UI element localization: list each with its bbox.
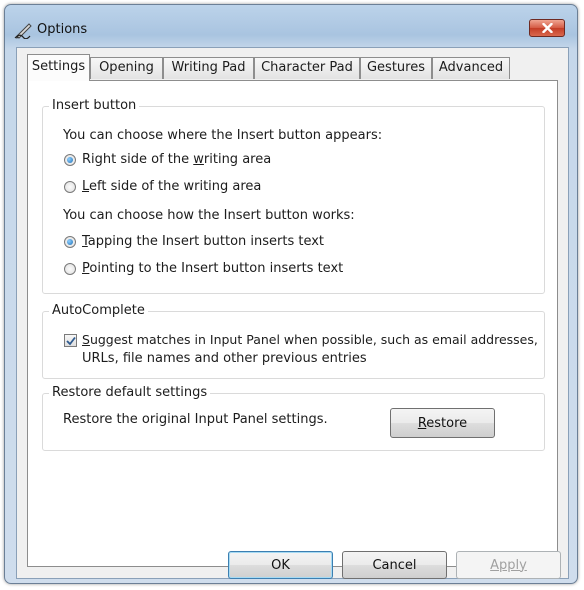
radio-button[interactable] bbox=[64, 263, 76, 275]
button-label: estore bbox=[426, 415, 468, 431]
label-text: riting area bbox=[203, 152, 272, 167]
dialog-client-area: Settings Opening Writing Pad Character P… bbox=[16, 47, 569, 579]
tab-settings[interactable]: Settings bbox=[27, 54, 90, 81]
restore-description: Restore the original Input Panel setting… bbox=[63, 412, 328, 427]
label-text: Right side of the bbox=[82, 152, 194, 167]
options-dialog: Options Settings Opening Writing Pad Cha… bbox=[4, 4, 578, 584]
checkbox-label[interactable]: Suggest matches in Input Panel when poss… bbox=[82, 332, 538, 347]
radio-button[interactable] bbox=[64, 154, 76, 166]
insert-location-prompt: You can choose where the Insert button a… bbox=[63, 128, 383, 143]
checkmark-icon bbox=[66, 336, 76, 346]
insert-behavior-prompt: You can choose how the Insert button wor… bbox=[63, 208, 355, 223]
close-button[interactable] bbox=[529, 19, 565, 37]
group-title: Insert button bbox=[49, 98, 140, 113]
button-label: Apply bbox=[490, 557, 527, 573]
label-text: apping the Insert button inserts text bbox=[87, 234, 325, 249]
insert-button-group: Insert button You can choose where the I… bbox=[42, 98, 545, 294]
cancel-button[interactable]: Cancel bbox=[342, 551, 447, 579]
checkbox-label-line2[interactable]: URLs, file names and other previous entr… bbox=[82, 351, 367, 366]
access-key: S bbox=[82, 332, 90, 347]
restore-defaults-group: Restore default settings Restore the ori… bbox=[42, 385, 545, 451]
radio-button[interactable] bbox=[64, 236, 76, 248]
restore-button[interactable]: Restore bbox=[390, 408, 495, 438]
autocomplete-group: AutoComplete Suggest matches in Input Pa… bbox=[42, 303, 545, 379]
group-title: AutoComplete bbox=[49, 303, 148, 318]
radio-label[interactable]: Pointing to the Insert button inserts te… bbox=[82, 261, 343, 276]
settings-tab-panel: Insert button You can choose where the I… bbox=[27, 80, 558, 567]
tab-gestures[interactable]: Gestures bbox=[360, 57, 432, 79]
title-bar[interactable]: Options bbox=[5, 5, 577, 49]
label-text: eft side of the writing area bbox=[89, 179, 262, 194]
group-title: Restore default settings bbox=[49, 385, 211, 400]
radio-label[interactable]: Tapping the Insert button inserts text bbox=[82, 234, 324, 249]
access-key: w bbox=[193, 152, 204, 167]
tab-label: Opening bbox=[99, 60, 154, 75]
radio-button[interactable] bbox=[64, 181, 76, 193]
tab-writing-pad[interactable]: Writing Pad bbox=[163, 57, 254, 79]
tab-character-pad[interactable]: Character Pad bbox=[254, 57, 360, 79]
tab-label: Writing Pad bbox=[171, 60, 246, 75]
apply-button[interactable]: Apply bbox=[456, 551, 561, 579]
ok-button[interactable]: OK bbox=[228, 551, 333, 579]
access-key: L bbox=[82, 179, 90, 194]
close-icon bbox=[542, 23, 553, 33]
tab-label: Settings bbox=[31, 59, 86, 74]
label-text: ointing to the Insert button inserts tex… bbox=[89, 261, 344, 276]
radio-label[interactable]: Right side of the writing area bbox=[82, 152, 271, 167]
tab-opening[interactable]: Opening bbox=[90, 57, 163, 79]
label-text: uggest matches in Input Panel when possi… bbox=[89, 332, 538, 347]
access-key: R bbox=[417, 415, 427, 431]
tab-label: Gestures bbox=[366, 60, 425, 75]
tab-label: Character Pad bbox=[261, 60, 353, 75]
tab-label: Advanced bbox=[438, 60, 504, 75]
checkbox[interactable] bbox=[64, 334, 77, 347]
radio-label[interactable]: Left side of the writing area bbox=[82, 179, 261, 194]
pen-icon bbox=[14, 23, 32, 39]
window-title: Options bbox=[37, 22, 88, 37]
tab-advanced[interactable]: Advanced bbox=[432, 57, 510, 79]
